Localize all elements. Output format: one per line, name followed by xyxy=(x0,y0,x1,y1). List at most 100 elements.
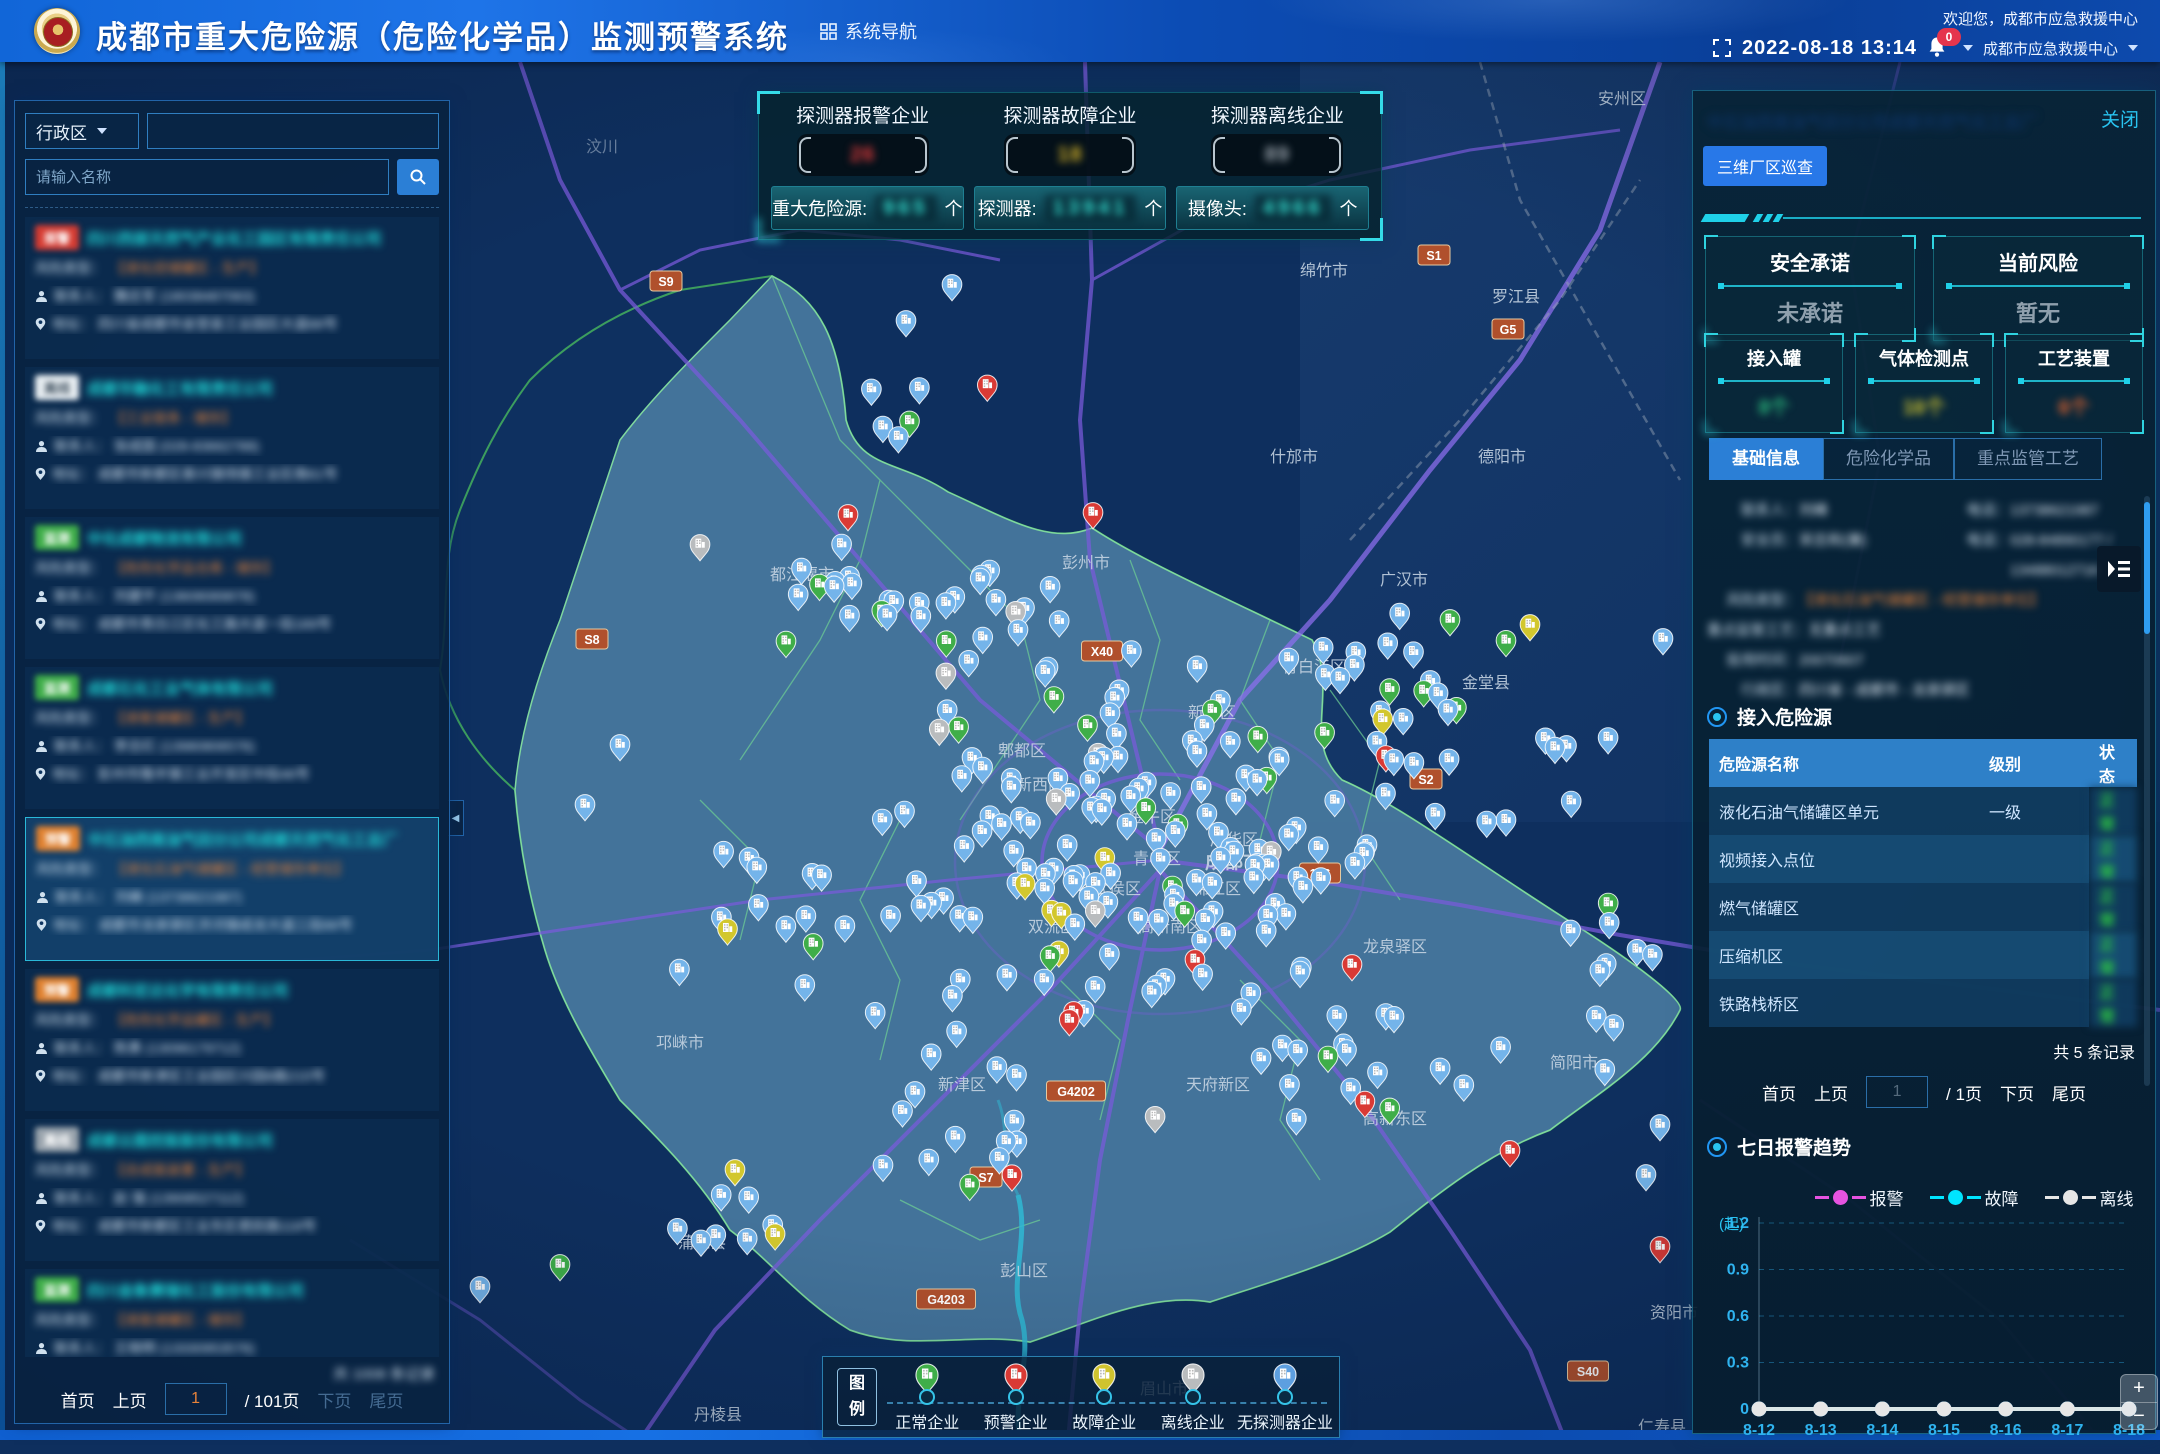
org-dropdown[interactable]: 成都市应急救援中心 xyxy=(1983,38,2118,59)
company-card[interactable]: 预警成都科宏达化学有限责任公司风险类型：【危险化学品罐区 - 生产】联系人： 陈… xyxy=(25,969,439,1111)
fullscreen-icon[interactable] xyxy=(1712,38,1732,58)
grid-icon xyxy=(820,23,837,40)
status-count-label: 探测器报警企业 xyxy=(759,101,966,128)
contact-row: 联系人： 王晓明 (13330953576) xyxy=(35,1338,429,1357)
info-value: 四川省 - 成都市 - 龙泉驿区 xyxy=(1799,676,1970,706)
sidebar-collapse-tab[interactable]: ◀ xyxy=(448,800,464,836)
equipment-count-card: 接入罐8个 xyxy=(1705,334,1843,433)
panel-collapse-button[interactable] xyxy=(2097,546,2141,592)
company-name: 中化成都物流有限公司 xyxy=(87,527,242,549)
decorative-divider xyxy=(1703,214,2141,224)
device-counter: 重大危险源:965个 xyxy=(771,186,964,230)
hazard-table-row[interactable]: 燃气储罐区正常 xyxy=(1709,883,2137,931)
chevron-down-icon xyxy=(2128,45,2138,51)
system-nav-button[interactable]: 系统导航 xyxy=(820,18,917,44)
y-tick-label: 0.9 xyxy=(1727,1262,1749,1279)
search-input[interactable] xyxy=(25,159,389,195)
page-input[interactable] xyxy=(165,1383,227,1415)
info-label: 重点监管工艺： xyxy=(1707,616,1809,646)
legend-node-icon xyxy=(1008,1389,1024,1405)
legend-node-icon xyxy=(1096,1389,1112,1405)
equipment-count-card: 气体检测点16个 xyxy=(1855,334,1993,433)
map-label-邛崃市: 邛崃市 xyxy=(656,1034,704,1052)
road-badge-label: G4202 xyxy=(1057,1085,1095,1099)
person-icon xyxy=(35,1192,48,1205)
equipment-count-divider xyxy=(2020,380,2128,382)
data-point-离线 xyxy=(1937,1402,1952,1417)
y-tick-label: 0.6 xyxy=(1727,1308,1749,1325)
company-card[interactable]: 监测四川金象赛瑞化工股份有限公司风险类型：【液氨储罐区 - 储存】联系人： 王晓… xyxy=(25,1269,439,1357)
page-first[interactable]: 首页 xyxy=(61,1387,95,1412)
status-count-value-frame: 89 xyxy=(1211,134,1343,176)
device-counter-value: 13941 xyxy=(1045,195,1137,222)
collapse-panel-icon xyxy=(2106,557,2132,581)
company-card[interactable]: 离线成都华融化工有限责任公司风险类型：【工业链条 - 储存】联系人： 张成国 (… xyxy=(25,367,439,509)
search-button[interactable] xyxy=(397,159,439,195)
info-value: 刘峰 xyxy=(1799,496,1828,526)
page-next[interactable]: 下页 xyxy=(2000,1080,2034,1105)
road-badge-label: S40 xyxy=(1577,1365,1599,1379)
person-icon xyxy=(35,740,48,753)
hazard-table-row[interactable]: 视频接入点位正常 xyxy=(1709,835,2137,883)
page-last[interactable]: 尾页 xyxy=(2052,1080,2086,1105)
company-card[interactable]: 离线成都云图控股股份有限公司风险类型：【合成氨装置 - 生产】联系人： 赵 强 … xyxy=(25,1119,439,1261)
page-first[interactable]: 首页 xyxy=(1762,1080,1796,1105)
hazard-name: 液化石油气储罐区单元 xyxy=(1709,787,1979,835)
company-name: 四川西部天然气产业化工园区有限责任公司 xyxy=(87,227,382,249)
data-point-离线 xyxy=(1813,1402,1828,1417)
info-value: 无重点工艺 xyxy=(1809,616,1882,646)
page-last[interactable]: 尾页 xyxy=(369,1387,403,1412)
legend-node-icon xyxy=(919,1389,935,1405)
x-tick-label: 8-14 xyxy=(1866,1422,1898,1439)
hazard-section-title: 接入危险源 xyxy=(1707,703,1832,730)
risk-type-row: 风险类型：【液化石油气储罐区 - 经营储存单位】 xyxy=(36,859,428,879)
status-count-value-frame: 18 xyxy=(1004,134,1136,176)
notification-bell[interactable]: 0 xyxy=(1927,36,1953,60)
company-card[interactable]: 监测中化成都物流有限公司风险类型：【危险化学品仓库 - 储存】联系人： 刘建平 … xyxy=(25,517,439,659)
promise-card: 当前风险暂无 xyxy=(1933,236,2143,341)
equipment-count-title: 工艺装置 xyxy=(2012,345,2136,371)
info-row: 安全员：宋志和(兼) xyxy=(1707,526,1918,586)
hazard-pagination: 首页 上页 / 1页 下页 尾页 xyxy=(1693,1076,2155,1108)
sidebar-pagination: 首页 上页 / 101页 下页 尾页 xyxy=(15,1383,449,1415)
scrollbar-thumb[interactable] xyxy=(2144,502,2150,634)
info-label: 联系人： xyxy=(1707,496,1799,526)
hazard-table-row[interactable]: 液化石油气储罐区单元一级正常 xyxy=(1709,787,2137,835)
tab-基础信息[interactable]: 基础信息 xyxy=(1709,438,1823,480)
zoom-in-button[interactable]: + xyxy=(2121,1375,2157,1403)
hazard-name: 铁路栈桥区 xyxy=(1709,979,1979,1027)
page-prev[interactable]: 上页 xyxy=(113,1387,147,1412)
company-card[interactable]: 报警四川西部天然气产业化工园区有限责任公司风险类型：【液化烃储罐区 - 生产】联… xyxy=(25,217,439,359)
status-badge: 离线 xyxy=(35,375,79,400)
sub-district-select[interactable] xyxy=(147,113,439,149)
road-badge-label: X40 xyxy=(1091,645,1113,659)
company-name: 成都云图控股股份有限公司 xyxy=(87,1129,273,1151)
hazard-status: 正常 xyxy=(2089,931,2137,979)
zoom-out-button[interactable]: − xyxy=(2121,1403,2157,1430)
contact-row: 联系人： 张成国 (028-83662788) xyxy=(35,436,429,456)
person-icon xyxy=(35,590,48,603)
page-input[interactable] xyxy=(1866,1076,1928,1108)
close-button[interactable]: 关闭 xyxy=(2101,105,2139,132)
page-prev[interactable]: 上页 xyxy=(1814,1080,1848,1105)
hazard-level xyxy=(1979,835,2089,883)
info-label: 行政区： xyxy=(1707,676,1799,706)
tab-重点监管工艺[interactable]: 重点监管工艺 xyxy=(1954,438,2102,480)
page-next[interactable]: 下页 xyxy=(317,1387,351,1412)
risk-type-row: 风险类型：【危险化学品仓库 - 储存】 xyxy=(35,558,429,578)
district-select[interactable]: 行政区 xyxy=(25,113,139,149)
company-card[interactable]: 预警中石油西南油气田分公司成都天然气化工总厂风险类型：【液化石油气储罐区 - 经… xyxy=(25,817,439,961)
map-label-彭山区: 彭山区 xyxy=(1000,1262,1048,1280)
tab-危险化学品[interactable]: 危险化学品 xyxy=(1823,438,1954,480)
records-count: 共 1008 条记录 xyxy=(333,1363,435,1384)
address-row: 地址： 彭州市隆丰镇工业开发区中段46号 xyxy=(35,764,429,784)
3d-patrol-button[interactable]: 三维厂区巡查 xyxy=(1703,146,1827,186)
company-card[interactable]: 监测成都石化工业气体有限公司风险类型：【液氧储罐区 - 生产】联系人： 李志红 … xyxy=(25,667,439,809)
hazard-table-row[interactable]: 压缩机区正常 xyxy=(1709,931,2137,979)
status-badge: 预警 xyxy=(36,826,80,851)
device-counter-value: 965 xyxy=(875,195,936,222)
company-card-title-row: 监测成都石化工业气体有限公司 xyxy=(35,675,429,700)
status-count-column: 探测器离线企业89 xyxy=(1174,101,1381,176)
hazard-table-row[interactable]: 铁路栈桥区正常 xyxy=(1709,979,2137,1027)
device-counters: 重大危险源:965个探测器:13941个摄像头:4966个 xyxy=(771,186,1369,230)
